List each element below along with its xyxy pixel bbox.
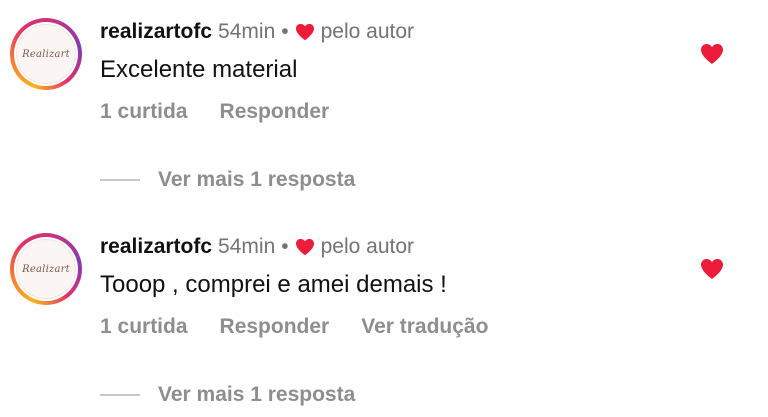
comment-actions: 1 curtida Responder [100, 100, 329, 124]
likes-count-link[interactable]: 1 curtida [100, 315, 188, 339]
avatar[interactable]: Realizart [10, 18, 82, 90]
heart-filled-icon[interactable] [700, 43, 724, 65]
separator: • [281, 20, 289, 43]
reply-button[interactable]: Responder [220, 100, 330, 124]
avatar[interactable]: Realizart [10, 233, 82, 305]
replies-divider [100, 179, 140, 181]
comment-actions: 1 curtida Responder Ver tradução [100, 315, 488, 339]
timestamp: 54min [218, 20, 276, 43]
comment-header: realizartofc 54min • pelo autor [100, 235, 414, 259]
heart-icon [295, 23, 314, 41]
separator: • [281, 235, 289, 258]
view-replies-button[interactable]: Ver mais 1 resposta [100, 383, 355, 407]
avatar-logo: Realizart [16, 24, 76, 84]
view-replies-label: Ver mais 1 resposta [158, 168, 356, 191]
reply-button[interactable]: Responder [220, 315, 330, 339]
heart-icon [295, 238, 314, 256]
likes-count-link[interactable]: 1 curtida [100, 100, 188, 124]
avatar-logo: Realizart [16, 239, 76, 299]
username[interactable]: realizartofc [100, 235, 212, 259]
replies-divider [100, 394, 140, 396]
liked-by-author-label: pelo autor [320, 20, 415, 43]
comment-header: realizartofc 54min • pelo autor [100, 20, 414, 44]
comment-text: Excelente material [100, 56, 298, 83]
heart-filled-icon[interactable] [700, 258, 724, 280]
view-replies-button[interactable]: Ver mais 1 resposta [100, 168, 355, 192]
timestamp: 54min [218, 235, 276, 258]
view-replies-label: Ver mais 1 resposta [158, 383, 356, 406]
liked-by-author-label: pelo autor [320, 235, 415, 258]
translate-button[interactable]: Ver tradução [361, 315, 488, 339]
comment-text: Tooop , comprei e amei demais ! [100, 271, 447, 298]
username[interactable]: realizartofc [100, 20, 212, 44]
